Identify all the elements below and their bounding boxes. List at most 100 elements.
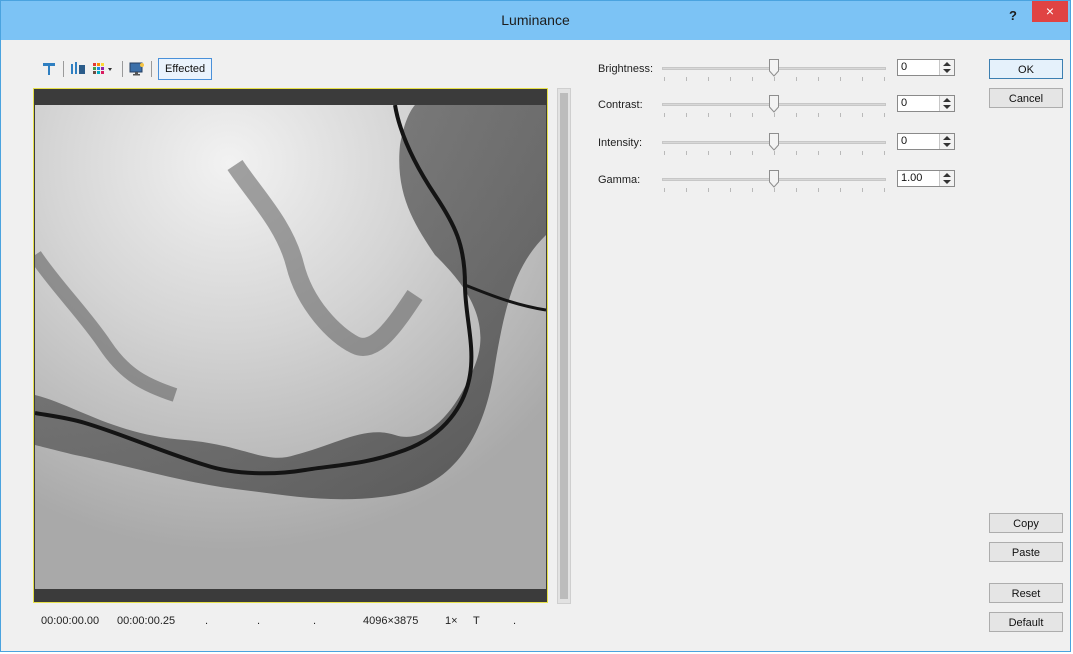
contrast-slider-thumb[interactable] <box>769 95 779 113</box>
spin-up-icon[interactable] <box>943 173 951 177</box>
toolbar-separator <box>122 61 123 77</box>
title-bar: Luminance ? × <box>1 1 1070 40</box>
spin-up-icon[interactable] <box>943 98 951 102</box>
filter-icon[interactable] <box>41 61 57 77</box>
slider-tick <box>774 113 775 117</box>
reset-button[interactable]: Reset <box>989 583 1063 603</box>
preview-image[interactable] <box>35 105 546 589</box>
intensity-value[interactable]: 0 <box>901 135 907 147</box>
slider-ticks <box>662 77 886 81</box>
slider-tick <box>818 77 819 81</box>
intensity-spin-buttons[interactable] <box>939 134 954 149</box>
slider-tick <box>796 151 797 155</box>
preview-scrollbar[interactable] <box>557 88 571 604</box>
slider-tick <box>664 113 665 117</box>
paste-button[interactable]: Paste <box>989 542 1063 562</box>
slider-tick <box>686 151 687 155</box>
luminance-dialog: Luminance ? × Effected 00:00:00.00 00:00… <box>0 0 1071 652</box>
close-button[interactable]: × <box>1032 1 1068 22</box>
slider-tick <box>796 77 797 81</box>
contrast-spinbox[interactable]: 0 <box>897 95 955 112</box>
slider-tick <box>862 77 863 81</box>
brightness-spinbox[interactable]: 0 <box>897 59 955 76</box>
gamma-label: Gamma: <box>598 174 641 186</box>
toolbar-separator <box>63 61 64 77</box>
time-end: 00:00:00.25 <box>117 615 176 627</box>
status-dot: . <box>205 615 209 627</box>
gamma-value[interactable]: 1.00 <box>901 172 922 184</box>
spin-down-icon[interactable] <box>943 143 951 147</box>
slider-tick <box>752 77 753 81</box>
status-dot: . <box>313 615 317 627</box>
slider-tick <box>752 188 753 192</box>
contrast-spin-buttons[interactable] <box>939 96 954 111</box>
slider-tick <box>708 113 709 117</box>
time-start: 00:00:00.00 <box>41 615 100 627</box>
contrast-label: Contrast: <box>598 99 643 111</box>
slider-tick <box>730 188 731 192</box>
field-indicator: T <box>473 615 480 627</box>
effected-toggle-button[interactable]: Effected <box>158 58 213 80</box>
slider-ticks <box>662 151 886 155</box>
help-button[interactable]: ? <box>1002 7 1024 25</box>
scrollbar-thumb[interactable] <box>560 93 568 599</box>
slider-tick <box>664 151 665 155</box>
slider-tick <box>664 77 665 81</box>
spin-down-icon[interactable] <box>943 180 951 184</box>
contrast-value[interactable]: 0 <box>901 97 907 109</box>
slider-tick <box>708 151 709 155</box>
gamma-spinbox[interactable]: 1.00 <box>897 170 955 187</box>
preview-toolbar: Effected <box>41 58 213 80</box>
slider-tick <box>752 151 753 155</box>
toolbar-separator <box>151 61 152 77</box>
slider-tick <box>730 113 731 117</box>
default-button[interactable]: Default <box>989 612 1063 632</box>
copy-button[interactable]: Copy <box>989 513 1063 533</box>
gamma-slider-thumb[interactable] <box>769 170 779 188</box>
status-bar: 00:00:00.00 00:00:00.25 . . . 4096×3875 … <box>41 615 533 627</box>
slider-tick <box>664 188 665 192</box>
status-dot: . <box>257 615 261 627</box>
slider-tick <box>818 113 819 117</box>
intensity-label: Intensity: <box>598 137 643 149</box>
slider-tick <box>884 77 885 81</box>
slider-tick <box>862 151 863 155</box>
slider-tick <box>774 77 775 81</box>
spin-down-icon[interactable] <box>943 105 951 109</box>
slider-ticks <box>662 113 886 117</box>
slider-tick <box>884 188 885 192</box>
preview-frame <box>33 88 548 603</box>
palette-dropdown-icon[interactable] <box>92 61 116 77</box>
slider-tick <box>818 188 819 192</box>
slider-tick <box>708 77 709 81</box>
intensity-spinbox[interactable]: 0 <box>897 133 955 150</box>
channels-icon[interactable] <box>70 61 86 77</box>
slider-tick <box>818 151 819 155</box>
slider-tick <box>730 77 731 81</box>
slider-tick <box>796 113 797 117</box>
slider-tick <box>884 113 885 117</box>
cancel-button[interactable]: Cancel <box>989 88 1063 108</box>
brightness-spin-buttons[interactable] <box>939 60 954 75</box>
slider-tick <box>840 188 841 192</box>
slider-tick <box>862 113 863 117</box>
brightness-slider-thumb[interactable] <box>769 59 779 77</box>
brightness-value[interactable]: 0 <box>901 61 907 73</box>
status-dot: . <box>513 615 517 627</box>
slider-tick <box>730 151 731 155</box>
monitor-icon[interactable] <box>129 61 145 77</box>
spin-up-icon[interactable] <box>943 62 951 66</box>
slider-tick <box>686 77 687 81</box>
slider-tick <box>884 151 885 155</box>
gamma-spin-buttons[interactable] <box>939 171 954 186</box>
spin-down-icon[interactable] <box>943 69 951 73</box>
spin-up-icon[interactable] <box>943 136 951 140</box>
slider-tick <box>796 188 797 192</box>
ok-button[interactable]: OK <box>989 59 1063 79</box>
brightness-label: Brightness: <box>598 63 654 75</box>
intensity-slider-thumb[interactable] <box>769 133 779 151</box>
slider-tick <box>686 113 687 117</box>
slider-tick <box>840 113 841 117</box>
slider-tick <box>752 113 753 117</box>
slider-tick <box>774 151 775 155</box>
